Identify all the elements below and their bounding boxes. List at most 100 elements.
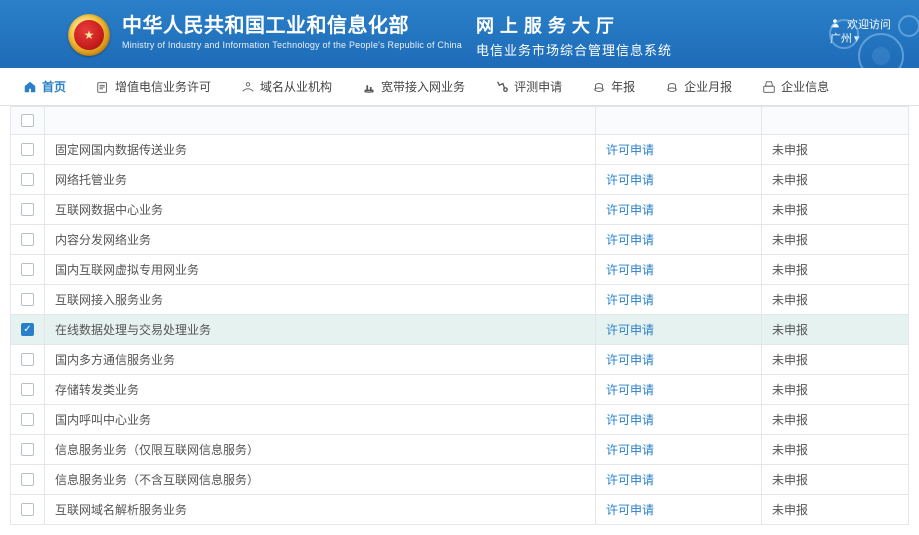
main-content: 固定网国内数据传送业务许可申请未申报网络托管业务许可申请未申报互联网数据中心业务… (0, 106, 919, 535)
business-name: 互联网接入服务业务 (45, 285, 596, 314)
nav-item-6[interactable]: 企业信息 (747, 68, 844, 105)
row-checkbox[interactable] (21, 203, 34, 216)
nav-home-label: 首页 (42, 78, 66, 95)
nav-icon-4 (591, 79, 606, 94)
nav-label: 评测申请 (514, 78, 562, 95)
status-text: 未申报 (762, 165, 908, 194)
nav-label: 企业信息 (781, 78, 829, 95)
nav-icon-3 (494, 79, 509, 94)
status-text: 未申报 (762, 225, 908, 254)
title-block: 中华人民共和国工业和信息化部 Ministry of Industry and … (122, 9, 672, 59)
business-name: 信息服务业务（仅限互联网信息服务） (45, 435, 596, 464)
table-row: 信息服务业务（仅限互联网信息服务） 许可申请 未申报 (11, 434, 908, 464)
row-checkbox[interactable] (21, 323, 34, 336)
apply-link[interactable]: 许可申请 (606, 351, 654, 368)
nav-item-2[interactable]: 宽带接入网业务 (347, 68, 480, 105)
nav-item-0[interactable]: 增值电信业务许可 (81, 68, 226, 105)
row-checkbox[interactable] (21, 443, 34, 456)
status-text: 未申报 (762, 375, 908, 404)
nav-icon-1 (240, 79, 255, 94)
ministry-title-en: Ministry of Industry and Information Tec… (122, 40, 462, 50)
business-name: 信息服务业务（不含互联网信息服务） (45, 465, 596, 494)
row-checkbox[interactable] (21, 473, 34, 486)
apply-link[interactable]: 许可申请 (606, 231, 654, 248)
nav-label: 企业月报 (684, 78, 732, 95)
status-text: 未申报 (762, 465, 908, 494)
row-checkbox[interactable] (21, 353, 34, 366)
nav-item-3[interactable]: 评测申请 (480, 68, 577, 105)
apply-link[interactable]: 许可申请 (606, 471, 654, 488)
business-name: 固定网国内数据传送业务 (45, 135, 596, 164)
business-name: 国内多方通信服务业务 (45, 345, 596, 374)
nav-label: 域名从业机构 (260, 78, 332, 95)
nav-item-1[interactable]: 域名从业机构 (226, 68, 347, 105)
business-name: 互联网数据中心业务 (45, 195, 596, 224)
table-row: 内容分发网络业务许可申请未申报 (11, 224, 908, 254)
row-checkbox[interactable] (21, 413, 34, 426)
apply-link[interactable]: 许可申请 (606, 171, 654, 188)
row-checkbox[interactable] (21, 263, 34, 276)
table-row: 互联网数据中心业务许可申请未申报 (11, 194, 908, 224)
location-text: 广州 (830, 33, 852, 45)
row-checkbox[interactable] (21, 503, 34, 516)
col-header-name (45, 107, 596, 134)
select-all-checkbox[interactable] (21, 114, 34, 127)
business-name: 在线数据处理与交易处理业务 (45, 315, 596, 344)
col-header-status (762, 107, 908, 134)
apply-link[interactable]: 许可申请 (606, 381, 654, 398)
status-text: 未申报 (762, 435, 908, 464)
apply-link[interactable]: 许可申请 (606, 141, 654, 158)
table-row: 网络托管业务许可申请 未申报 (11, 164, 908, 194)
status-text: 未申报 (762, 135, 908, 164)
business-name: 网络托管业务 (45, 165, 596, 194)
nav-label: 增值电信业务许可 (115, 78, 211, 95)
row-checkbox[interactable] (21, 293, 34, 306)
row-checkbox[interactable] (21, 143, 34, 156)
nav-icon-2 (361, 79, 376, 94)
home-icon (22, 79, 37, 94)
portal-title: 网上服务大厅 (476, 12, 672, 38)
apply-link[interactable]: 许可申请 (606, 291, 654, 308)
business-name: 国内呼叫中心业务 (45, 405, 596, 434)
status-text: 未申报 (762, 285, 908, 314)
table-row: 国内互联网虚拟专用网业务许可申请 未申报 (11, 254, 908, 284)
table-row: 国内呼叫中心业务许可申请未申报 (11, 404, 908, 434)
nav-icon-6 (761, 79, 776, 94)
table-row: 存储转发类业务许可申请 未申报 (11, 374, 908, 404)
apply-link[interactable]: 许可申请 (606, 411, 654, 428)
business-name: 国内互联网虚拟专用网业务 (45, 255, 596, 284)
row-checkbox[interactable] (21, 383, 34, 396)
table-row: 信息服务业务（不含互联网信息服务） 许可申请 未申报 (11, 464, 908, 494)
apply-link[interactable]: 许可申请 (606, 441, 654, 458)
business-table: 固定网国内数据传送业务许可申请未申报网络托管业务许可申请未申报互联网数据中心业务… (10, 106, 909, 525)
apply-link[interactable]: 许可申请 (606, 201, 654, 218)
business-name: 存储转发类业务 (45, 375, 596, 404)
table-row: 固定网国内数据传送业务许可申请 未申报 (11, 134, 908, 164)
welcome-text: 欢迎访问 (847, 19, 891, 31)
ministry-title-cn: 中华人民共和国工业和信息化部 (122, 9, 462, 38)
status-text: 未申报 (762, 255, 908, 284)
apply-link[interactable]: 许可申请 (606, 501, 654, 518)
status-text: 未申报 (762, 345, 908, 374)
row-checkbox[interactable] (21, 173, 34, 186)
user-icon (830, 19, 843, 31)
nav-item-4[interactable]: 年报 (577, 68, 650, 105)
row-checkbox[interactable] (21, 233, 34, 246)
apply-link[interactable]: 许可申请 (606, 321, 654, 338)
table-header-row (11, 106, 908, 134)
nav-item-5[interactable]: 企业月报 (650, 68, 747, 105)
table-row: 在线数据处理与交易处理业务许可申请未申报 (11, 314, 908, 344)
nav-label: 年报 (611, 78, 635, 95)
table-row: 国内多方通信服务业务许可申请 未申报 (11, 344, 908, 374)
system-title: 电信业务市场综合管理信息系统 (476, 40, 672, 59)
dropdown-icon[interactable]: ▾ (854, 33, 860, 45)
business-name: 互联网域名解析服务业务 (45, 495, 596, 524)
national-emblem-icon: ★ (68, 14, 110, 56)
apply-link[interactable]: 许可申请 (606, 261, 654, 278)
nav-icon-5 (664, 79, 679, 94)
main-navbar: 首页 增值电信业务许可 域名从业机构 宽带接入网业务 评测申请 年报 企业月报 企业信息 (0, 68, 919, 106)
table-row: 互联网接入服务业务许可申请 未申报 (11, 284, 908, 314)
nav-home[interactable]: 首页 (8, 68, 81, 105)
nav-label: 宽带接入网业务 (381, 78, 465, 95)
nav-icon-0 (95, 79, 110, 94)
